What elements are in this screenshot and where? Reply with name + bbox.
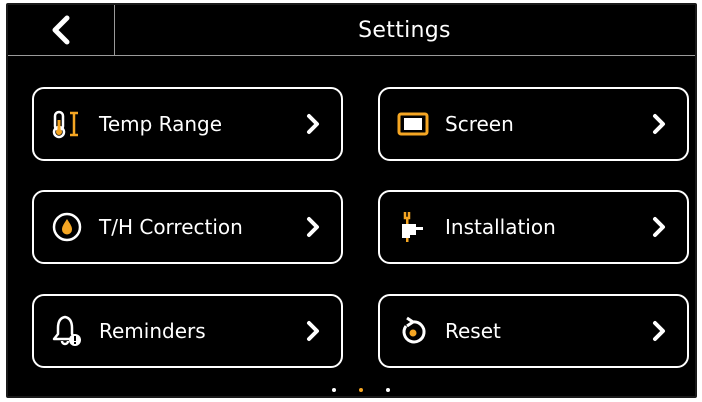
chevron-right-icon bbox=[653, 321, 665, 341]
page-title: Settings bbox=[358, 17, 451, 43]
reset-label: Reset bbox=[445, 319, 501, 343]
reminders-label: Reminders bbox=[99, 319, 206, 343]
settings-screen: Settings Temp Range Screen T/H Correctio… bbox=[6, 3, 697, 398]
page-dot[interactable] bbox=[386, 388, 390, 392]
droplet-correction-icon bbox=[50, 210, 84, 244]
page-indicator bbox=[8, 388, 695, 394]
screen-button[interactable]: Screen bbox=[378, 87, 689, 161]
installation-button[interactable]: Installation bbox=[378, 190, 689, 264]
reset-button[interactable]: Reset bbox=[378, 294, 689, 368]
header-bar: Settings bbox=[8, 5, 695, 56]
th-correction-label: T/H Correction bbox=[99, 215, 243, 239]
chevron-right-icon bbox=[653, 217, 665, 237]
chevron-right-icon bbox=[653, 114, 665, 134]
reminders-button[interactable]: Reminders bbox=[32, 294, 343, 368]
back-button[interactable] bbox=[8, 5, 115, 55]
chevron-right-icon bbox=[307, 321, 319, 341]
chevron-left-icon bbox=[52, 15, 70, 45]
page-dot[interactable] bbox=[332, 388, 336, 392]
thermometer-range-icon bbox=[50, 107, 84, 141]
screen-label: Screen bbox=[445, 112, 514, 136]
chevron-right-icon bbox=[307, 217, 319, 237]
installation-label: Installation bbox=[445, 215, 556, 239]
th-correction-button[interactable]: T/H Correction bbox=[32, 190, 343, 264]
reset-icon bbox=[396, 314, 430, 348]
bell-alert-icon bbox=[50, 314, 84, 348]
chevron-right-icon bbox=[307, 114, 319, 134]
temp-range-label: Temp Range bbox=[99, 112, 223, 136]
temp-range-button[interactable]: Temp Range bbox=[32, 87, 343, 161]
wrench-hand-icon bbox=[396, 210, 430, 244]
screen-icon bbox=[396, 107, 430, 141]
page-dot-active[interactable] bbox=[359, 388, 363, 392]
